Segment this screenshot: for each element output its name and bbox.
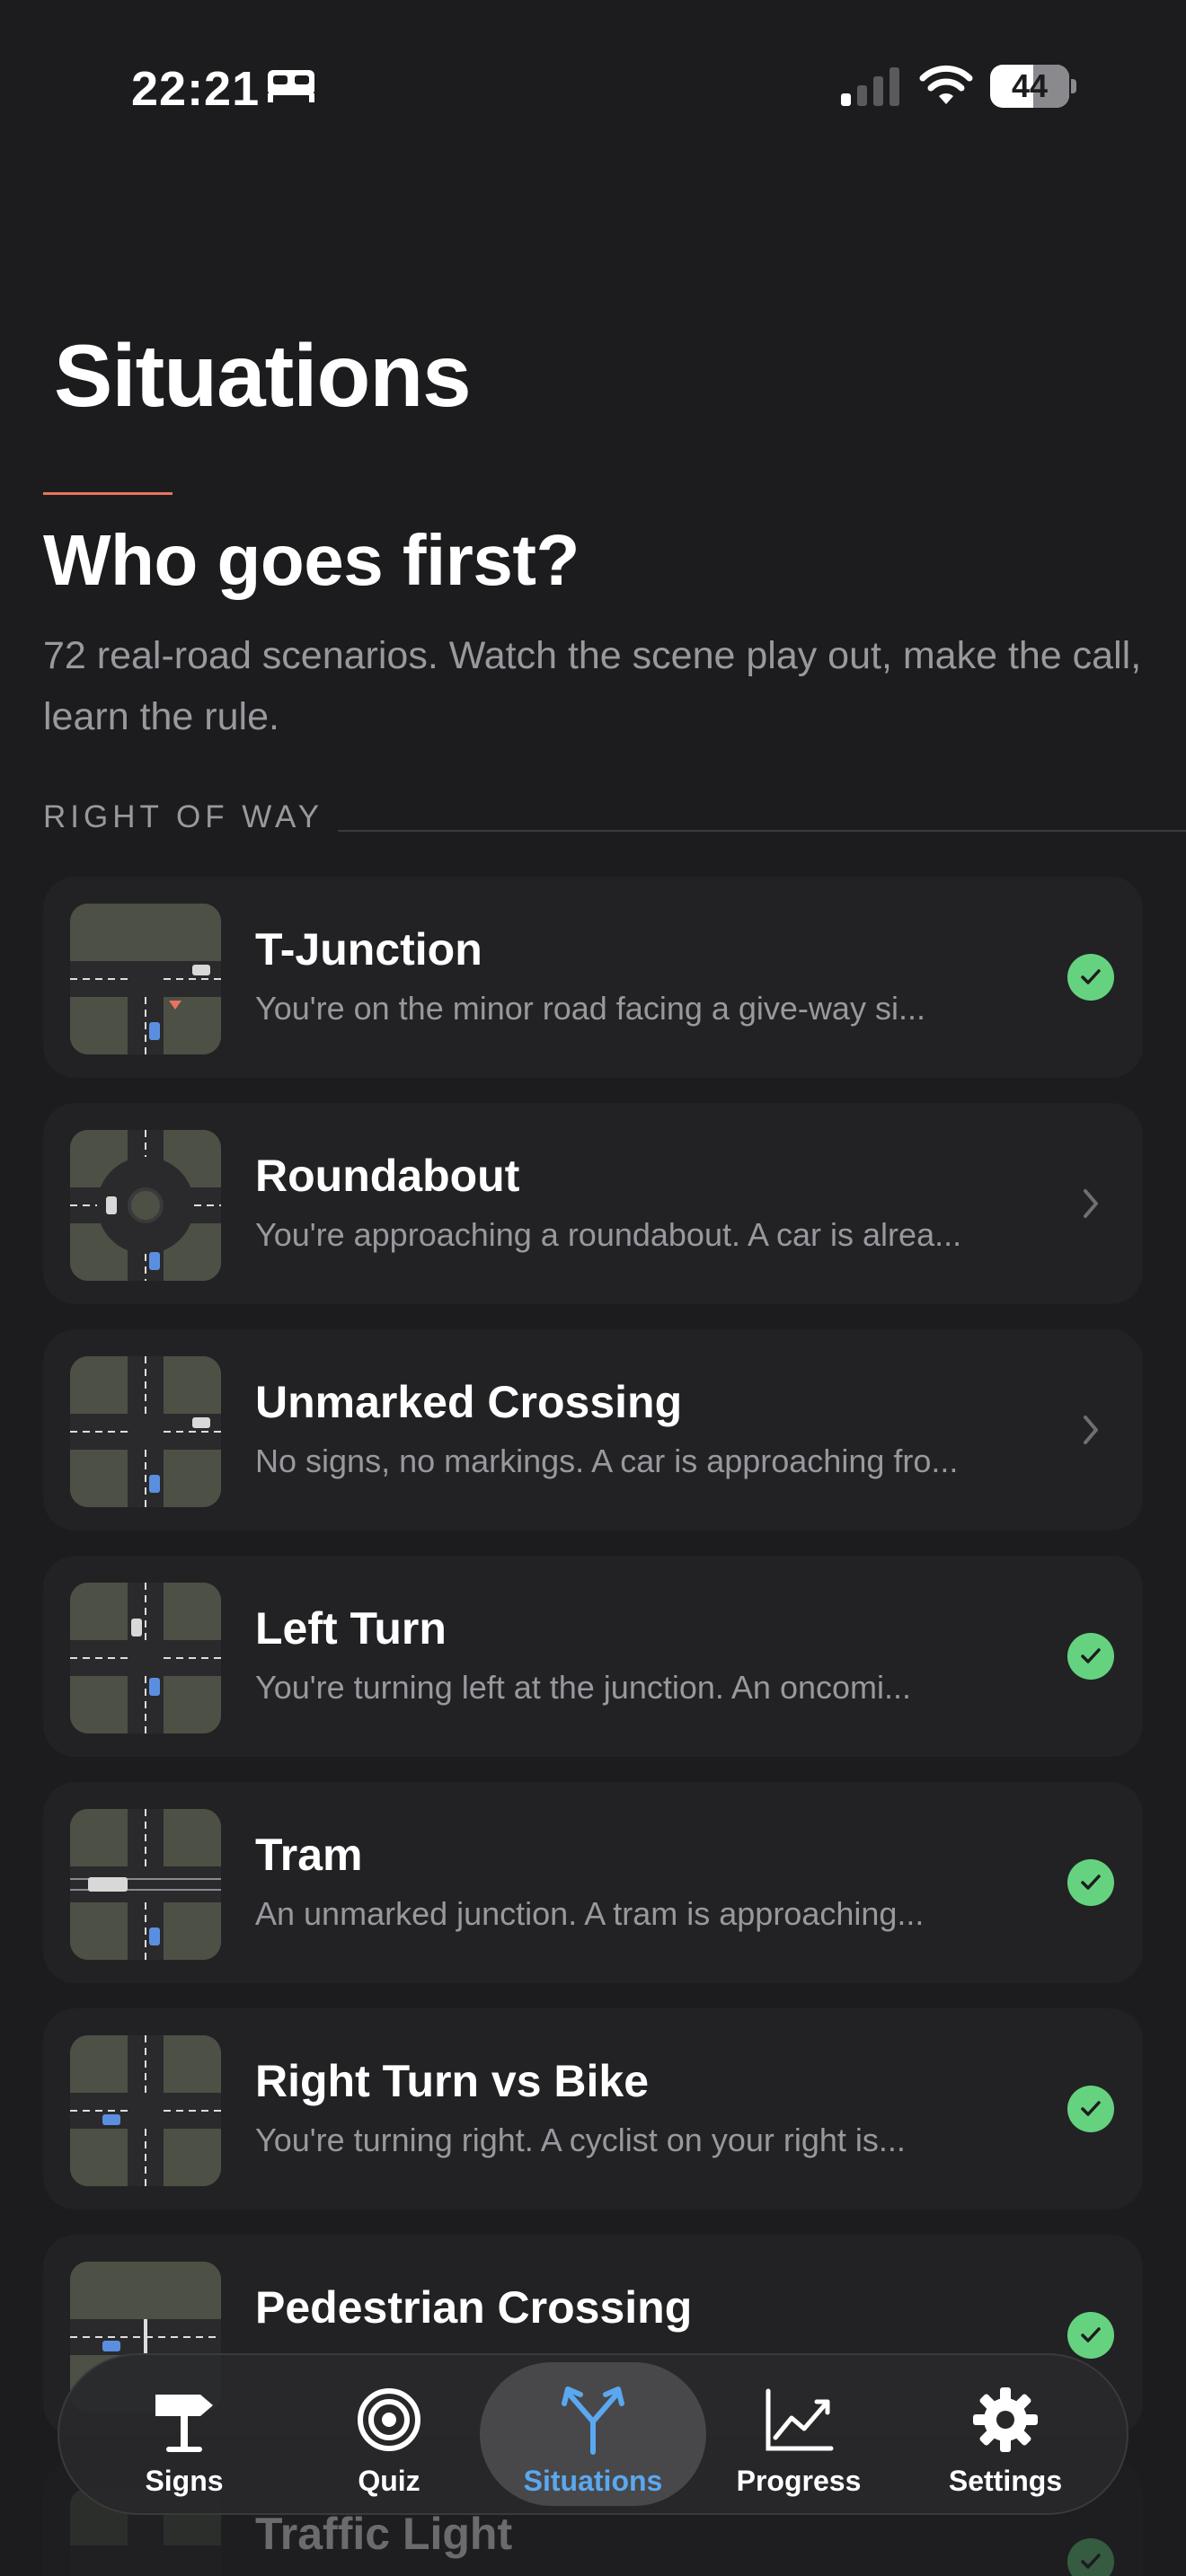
chevron-right-icon — [1067, 1180, 1114, 1227]
situation-title: Unmarked Crossing — [255, 1377, 683, 1427]
situation-subtitle: You're turning left at the junction. An … — [255, 1669, 912, 1706]
gear-icon — [973, 2387, 1038, 2452]
situation-subtitle: An unmarked junction. A tram is approach… — [255, 1895, 925, 1932]
situation-title: Left Turn — [255, 1603, 447, 1654]
situation-card[interactable]: T-Junction You're on the minor road faci… — [43, 877, 1143, 1078]
tab-label: Settings — [948, 2465, 1063, 2497]
section-header: RIGHT OF WAY — [43, 799, 1186, 842]
situation-subtitle: You're approaching a roundabout. A car i… — [255, 1216, 962, 1253]
merge-arrows-icon — [562, 2386, 624, 2455]
situation-title: Right Turn vs Bike — [255, 2056, 650, 2106]
accent-divider — [43, 492, 173, 495]
checkmark-icon — [1067, 1633, 1114, 1680]
tab-quiz[interactable]: Quiz — [286, 2355, 492, 2513]
situation-title: T-Junction — [255, 924, 482, 975]
roundabout-diagram-icon — [70, 1130, 221, 1281]
checkmark-icon — [1067, 2538, 1114, 2576]
tab-label: Signs — [145, 2465, 224, 2497]
checkmark-icon — [1067, 2312, 1114, 2359]
situation-thumbnail — [70, 1130, 221, 1281]
right-turn-bike-diagram-icon — [70, 2035, 221, 2186]
tab-label: Progress — [736, 2465, 862, 2497]
t-junction-diagram-icon — [70, 904, 221, 1054]
checkmark-icon — [1067, 2086, 1114, 2132]
situation-thumbnail — [70, 1583, 221, 1734]
tab-signs[interactable]: Signs — [81, 2355, 288, 2513]
cellular-signal-icon — [841, 67, 899, 106]
tram-diagram-icon — [70, 1809, 221, 1960]
target-icon — [358, 2388, 420, 2451]
status-time: 22:21 — [131, 62, 261, 116]
situation-thumbnail — [70, 1809, 221, 1960]
tab-label: Quiz — [358, 2465, 420, 2497]
wifi-icon — [919, 65, 973, 104]
situation-card[interactable]: Left Turn You're turning left at the jun… — [43, 1556, 1143, 1757]
situation-subtitle: No signs, no markings. A car is approach… — [255, 1442, 959, 1479]
situation-subtitle: You're turning right. A cyclist on your … — [255, 2122, 906, 2158]
chart-line-icon — [766, 2388, 834, 2451]
left-turn-diagram-icon — [70, 1583, 221, 1734]
situation-thumbnail — [70, 1356, 221, 1507]
situation-title: Traffic Light — [255, 2509, 513, 2559]
crossroads-diagram-icon — [70, 1356, 221, 1507]
situation-card[interactable]: Roundabout You're approaching a roundabo… — [43, 1103, 1143, 1304]
situation-title: Roundabout — [255, 1151, 520, 1201]
section-divider — [338, 830, 1186, 832]
section-label: RIGHT OF WAY — [43, 799, 324, 834]
situation-thumbnail — [70, 904, 221, 1054]
signpost-icon — [155, 2395, 213, 2452]
checkmark-icon — [1067, 1859, 1114, 1906]
situation-card[interactable]: Tram An unmarked junction. A tram is app… — [43, 1782, 1143, 1983]
situation-subtitle: You're on the minor road facing a give-w… — [255, 990, 925, 1027]
battery-icon: 44 — [990, 65, 1076, 108]
situation-card[interactable]: Unmarked Crossing No signs, no markings.… — [43, 1329, 1143, 1531]
checkmark-icon — [1067, 954, 1114, 1001]
section-heading: Who goes first? — [43, 520, 580, 600]
situation-title: Pedestrian Crossing — [255, 2282, 693, 2333]
tab-progress[interactable]: Progress — [695, 2355, 902, 2513]
page-title: Situations — [54, 326, 472, 425]
situation-thumbnail — [70, 2035, 221, 2186]
tab-label: Situations — [523, 2465, 663, 2497]
tab-bar: Signs Quiz Situations Progress Settings — [58, 2353, 1128, 2515]
situation-card[interactable]: Right Turn vs Bike You're turning right.… — [43, 2008, 1143, 2210]
situation-title: Tram — [255, 1830, 363, 1880]
intro-text: 72 real-road scenarios. Watch the scene … — [43, 634, 1142, 738]
bed-icon — [268, 70, 314, 102]
battery-level: 44 — [1011, 67, 1049, 104]
tab-settings[interactable]: Settings — [902, 2355, 1109, 2513]
tab-situations[interactable]: Situations — [480, 2355, 706, 2513]
status-bar: 22:21 44 — [0, 0, 1186, 171]
chevron-right-icon — [1067, 1407, 1114, 1453]
